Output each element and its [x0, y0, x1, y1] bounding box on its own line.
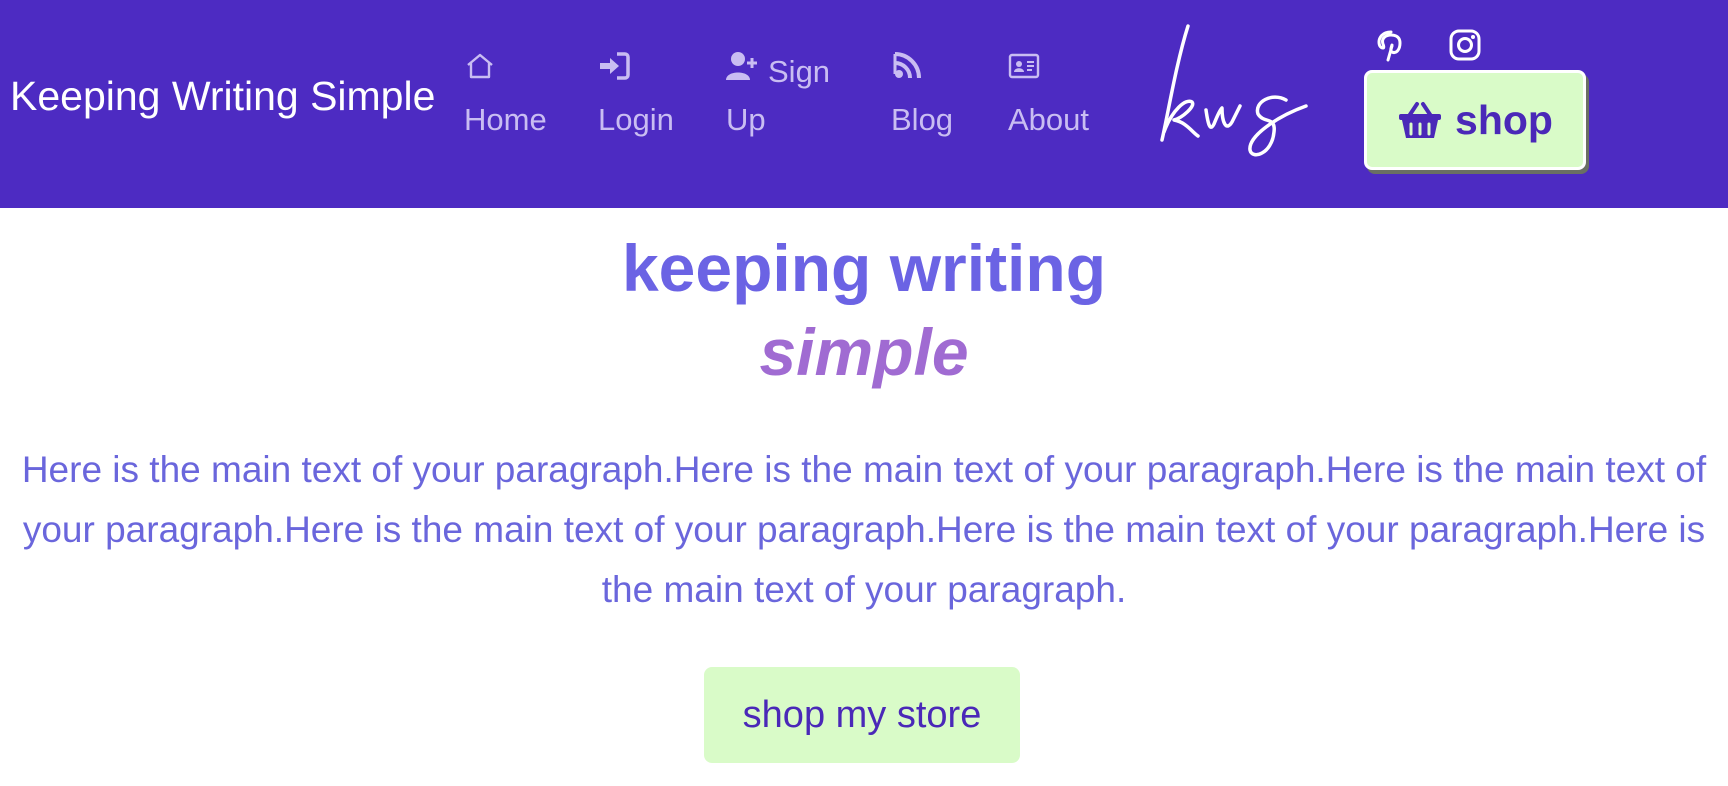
- hero-subtitle: simple: [759, 315, 969, 389]
- shop-button-label: shop: [1455, 96, 1553, 143]
- nav-login[interactable]: Login: [598, 48, 674, 144]
- nav-about[interactable]: About: [1008, 48, 1089, 144]
- instagram-icon[interactable]: [1446, 26, 1484, 64]
- nav-home[interactable]: Home: [464, 48, 547, 144]
- nav-signup-label-second: Up: [726, 102, 766, 137]
- shop-button[interactable]: shop: [1364, 70, 1586, 170]
- navbar: Keeping Writing Simple Home Login Sign U…: [0, 0, 1728, 208]
- nav-login-label: Login: [598, 102, 674, 137]
- brand-link[interactable]: Keeping Writing Simple: [10, 72, 435, 120]
- nav-signup[interactable]: Sign Up: [726, 48, 830, 144]
- nav-blog[interactable]: Blog: [891, 48, 953, 144]
- nav-blog-label: Blog: [891, 102, 954, 137]
- basket-icon: [1397, 100, 1443, 140]
- home-icon: [464, 50, 496, 82]
- user-plus-icon: [726, 50, 758, 82]
- shop-my-store-button[interactable]: shop my store: [704, 667, 1020, 763]
- id-card-icon: [1008, 50, 1040, 82]
- hero-title: keeping writing: [621, 231, 1107, 305]
- nav-signup-label-first: Sign: [768, 54, 831, 89]
- nav-home-label: Home: [464, 102, 547, 137]
- login-icon: [598, 50, 630, 82]
- pinterest-icon[interactable]: [1372, 26, 1410, 64]
- hero-paragraph: Here is the main text of your paragraph.…: [21, 449, 1707, 610]
- rss-icon: [891, 50, 923, 82]
- kws-logo: [1146, 14, 1336, 164]
- nav-about-label: About: [1008, 102, 1090, 137]
